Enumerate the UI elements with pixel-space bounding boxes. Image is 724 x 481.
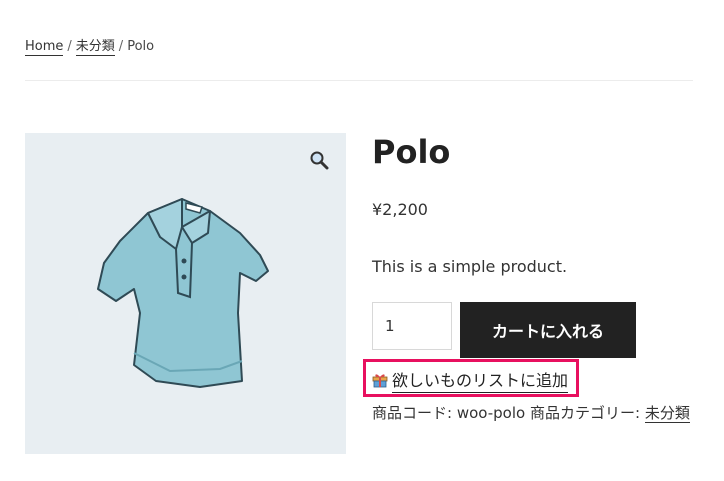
wishlist-label: 欲しいものリストに追加 xyxy=(392,367,569,393)
quantity-input[interactable] xyxy=(372,302,452,350)
product-title: Polo xyxy=(372,133,451,171)
breadcrumb: Home / 未分類 / Polo xyxy=(25,35,155,56)
breadcrumb-home-link[interactable]: Home xyxy=(25,39,64,56)
category-link[interactable]: 未分類 xyxy=(644,404,690,423)
add-to-cart-button[interactable]: カートに入れる xyxy=(460,302,636,358)
breadcrumb-current: Polo xyxy=(127,39,155,54)
breadcrumb-separator: / xyxy=(118,39,124,54)
magnifier-icon[interactable] xyxy=(309,150,329,170)
product-image xyxy=(97,198,269,388)
sku-label: 商品コード: xyxy=(372,404,453,422)
category-label: 商品カテゴリー: xyxy=(529,404,641,422)
product-gallery[interactable] xyxy=(25,133,346,454)
add-to-wishlist-link[interactable]: 欲しいものリストに追加 xyxy=(372,367,569,393)
header-divider xyxy=(25,80,693,81)
product-meta: 商品コード: woo-polo 商品カテゴリー: 未分類 xyxy=(372,400,692,426)
gift-icon xyxy=(372,372,388,388)
sku-value: woo-polo xyxy=(456,404,526,422)
breadcrumb-category-link[interactable]: 未分類 xyxy=(75,39,115,56)
product-price: ¥2,200 xyxy=(372,200,428,219)
product-summary: Polo ¥2,200 This is a simple product. カー… xyxy=(363,133,702,423)
breadcrumb-separator: / xyxy=(67,39,72,54)
product-description: This is a simple product. xyxy=(372,257,568,276)
